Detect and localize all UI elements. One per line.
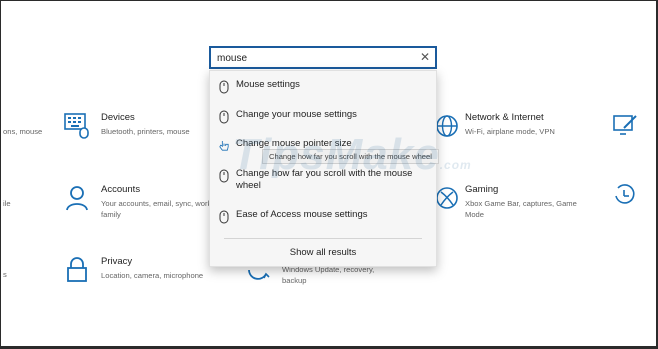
- tile-accounts[interactable]: Accounts Your accounts, email, sync, wor…: [63, 184, 216, 220]
- tile-title: Devices: [101, 112, 135, 123]
- tile-description: Your accounts, email, sync, work, family: [101, 199, 214, 219]
- tile-description: Bluetooth, printers, mouse: [101, 127, 190, 136]
- tile-description: Xbox Game Bar, captures, Game Mode: [465, 199, 577, 219]
- tile-description: Location, camera, microphone: [101, 271, 204, 280]
- pointer-hand-icon: [219, 141, 229, 151]
- search-result-label: Change your mouse settings: [236, 109, 357, 120]
- person-icon: [66, 186, 88, 211]
- partial-tile-text: s: [3, 270, 7, 279]
- tile-title: Network & Internet: [465, 112, 544, 123]
- ease-of-access-icon[interactable]: [612, 182, 638, 208]
- show-all-results-link[interactable]: Show all results: [210, 247, 436, 258]
- globe-icon: [436, 115, 458, 137]
- tile-network[interactable]: Network & Internet Wi-Fi, airplane mode,…: [435, 112, 580, 140]
- search-result-label: Change how far you scroll with the mouse…: [236, 168, 413, 191]
- tile-gaming[interactable]: Gaming Xbox Game Bar, captures, Game Mod…: [435, 184, 580, 220]
- search-result-label: Ease of Access mouse settings: [236, 209, 368, 220]
- partial-tile-text: ile: [3, 199, 11, 208]
- tile-title: Gaming: [465, 184, 499, 195]
- search-results-dropdown: Mouse settings Change your mouse setting…: [209, 70, 437, 267]
- tile-devices[interactable]: Devices Bluetooth, printers, mouse: [63, 112, 216, 140]
- tile-title: Accounts: [101, 184, 141, 195]
- personalization-icon[interactable]: [612, 112, 638, 138]
- xbox-icon: [436, 187, 458, 209]
- close-icon[interactable]: ✕: [420, 49, 430, 65]
- devices-icon: [64, 113, 89, 139]
- divider: [224, 238, 422, 239]
- partial-tile-text: ons, mouse: [3, 127, 43, 136]
- tile-description: Windows Update, recovery, backup: [282, 265, 375, 285]
- tooltip: Change how far you scroll with the mouse…: [262, 149, 439, 164]
- mouse-icon: [219, 210, 229, 224]
- mouse-icon: [219, 80, 229, 94]
- mouse-icon: [219, 110, 229, 124]
- lock-icon: [67, 257, 87, 282]
- search-result-item[interactable]: Change how far you scroll with the mouse…: [210, 168, 436, 192]
- search-input[interactable]: [211, 49, 401, 68]
- tile-privacy[interactable]: Privacy Location, camera, microphone: [63, 256, 216, 284]
- mouse-icon: [219, 169, 229, 183]
- search-result-item[interactable]: Mouse settings: [210, 79, 436, 94]
- search-box[interactable]: ✕: [209, 46, 437, 69]
- search-result-item[interactable]: Change your mouse settings: [210, 109, 436, 124]
- tile-description: Wi-Fi, airplane mode, VPN: [465, 127, 555, 136]
- tile-title: Privacy: [101, 256, 133, 267]
- search-result-item[interactable]: Ease of Access mouse settings: [210, 209, 436, 224]
- search-result-label: Mouse settings: [236, 79, 300, 90]
